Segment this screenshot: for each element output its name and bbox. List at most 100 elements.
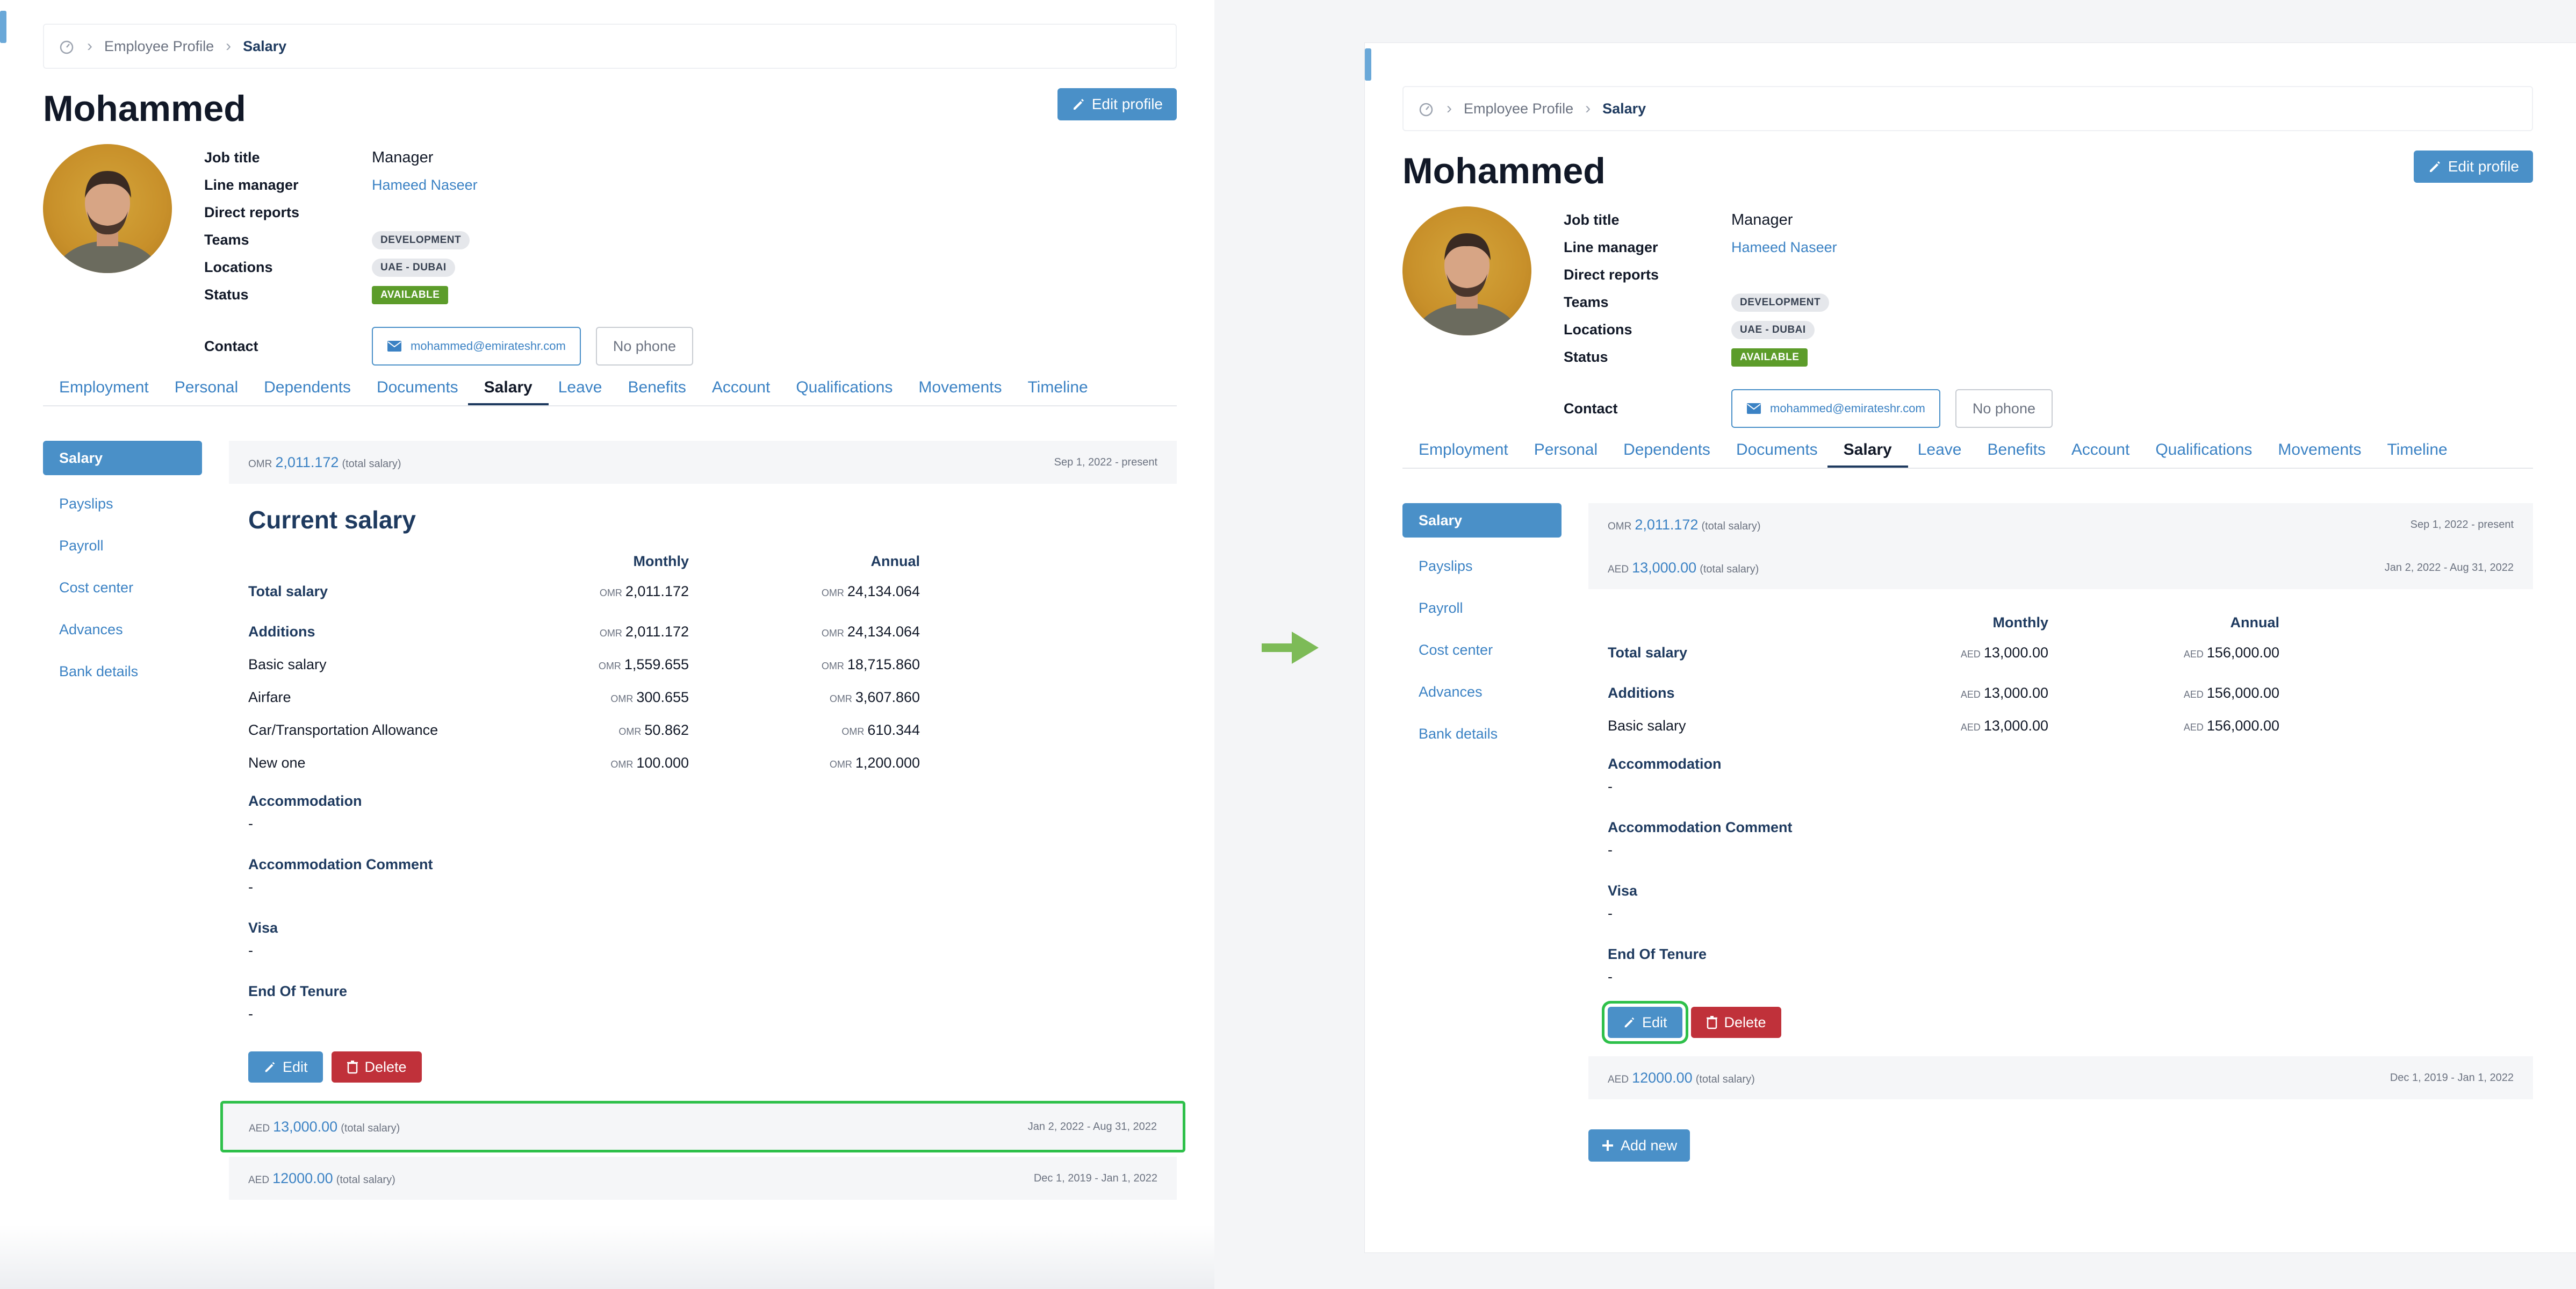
table-row: Car/Transportation Allowance OMR 50.862 O… bbox=[248, 722, 920, 738]
status-badge: AVAILABLE bbox=[372, 285, 449, 304]
sidenav-item-payslips[interactable]: Payslips bbox=[43, 483, 202, 525]
sidenav-item-bank-details[interactable]: Bank details bbox=[43, 650, 202, 692]
email-button[interactable]: mohammed@emirateshr.com bbox=[372, 327, 581, 366]
table-row: Basic salary AED 13,000.00 AED 156,000.00 bbox=[1608, 718, 2279, 734]
trash-icon bbox=[1706, 1016, 1717, 1029]
salary-row-omr[interactable]: OMR 2,011.172 (total salary) Sep 1, 2022 -… bbox=[229, 441, 1177, 484]
salary-content: OMR 2,011.172 (total salary) Sep 1, 2022 -… bbox=[220, 441, 1185, 1200]
table-row: Additions OMR 2,011.172 OMR 24,134.064 bbox=[248, 624, 920, 640]
edit-profile-button[interactable]: Edit profile bbox=[2413, 151, 2533, 183]
salary-content: OMR 2,011.172 (total salary) Sep 1, 2022 -… bbox=[1588, 503, 2533, 1162]
salary-row-aed-12000[interactable]: AED 12000.00 (total salary) Dec 1, 2019 - … bbox=[229, 1157, 1177, 1200]
table-row: Additions AED 13,000.00 AED 156,000.00 bbox=[1608, 685, 2279, 701]
monthly-header: Monthly bbox=[1992, 614, 2048, 631]
sidenav-item-payroll[interactable]: Payroll bbox=[1402, 587, 1562, 629]
tab-salary[interactable]: Salary bbox=[1827, 432, 1908, 468]
pencil-icon bbox=[1073, 99, 1084, 110]
tab-bar: Employment Personal Dependents Documents… bbox=[1402, 432, 2533, 469]
envelope-icon bbox=[387, 341, 401, 352]
team-badge: DEVELOPMENT bbox=[1731, 293, 1830, 312]
tab-documents[interactable]: Documents bbox=[1736, 432, 1818, 468]
add-new-button[interactable]: Add new bbox=[1588, 1129, 1690, 1162]
pencil-icon bbox=[265, 1062, 275, 1072]
salary-row-aed-13000-expanded[interactable]: AED 13,000.00 (total salary) Jan 2, 2022 -… bbox=[1588, 546, 2533, 589]
tab-movements[interactable]: Movements bbox=[2278, 432, 2361, 468]
table-row: Total salary OMR 2,011.172 OMR 24,134.064 bbox=[248, 583, 920, 599]
tab-benefits[interactable]: Benefits bbox=[628, 370, 686, 405]
salary-sidenav: Salary Payslips Payroll Cost center Adva… bbox=[1402, 503, 1562, 755]
chevron-right-icon: › bbox=[87, 37, 92, 55]
tab-employment[interactable]: Employment bbox=[59, 370, 149, 405]
tab-account[interactable]: Account bbox=[2071, 432, 2129, 468]
edit-salary-button[interactable]: Edit bbox=[248, 1051, 323, 1083]
status-badge: AVAILABLE bbox=[1731, 348, 1808, 367]
breadcrumb-current: Salary bbox=[1602, 100, 1646, 117]
accommodation-comment-title: Accommodation Comment bbox=[248, 856, 433, 872]
dashboard-icon[interactable] bbox=[1417, 100, 1435, 117]
edit-profile-button[interactable]: Edit profile bbox=[1057, 88, 1177, 120]
job-title-label: Job title bbox=[1564, 212, 1620, 228]
plus-icon bbox=[1602, 1140, 1613, 1151]
sidenav-item-cost-center[interactable]: Cost center bbox=[43, 567, 202, 608]
breadcrumb-parent[interactable]: Employee Profile bbox=[1464, 101, 1573, 117]
sidenav-item-advances[interactable]: Advances bbox=[1402, 671, 1562, 713]
visa-title: Visa bbox=[1608, 883, 1638, 899]
sidenav-item-payroll[interactable]: Payroll bbox=[43, 525, 202, 567]
chevron-right-icon: › bbox=[1447, 99, 1452, 117]
pencil-icon bbox=[1624, 1017, 1635, 1028]
direct-reports-label: Direct reports bbox=[204, 204, 300, 220]
line-manager-link[interactable]: Hameed Naseer bbox=[372, 177, 478, 194]
table-row: Basic salary OMR 1,559.655 OMR 18,715.860 bbox=[248, 656, 920, 672]
locations-label: Locations bbox=[1564, 321, 1632, 338]
line-manager-label: Line manager bbox=[204, 177, 299, 193]
avatar bbox=[1402, 206, 1531, 335]
table-row: Airfare OMR 300.655 OMR 3,607.860 bbox=[248, 689, 920, 705]
tab-salary[interactable]: Salary bbox=[467, 370, 549, 405]
sidenav-item-salary[interactable]: Salary bbox=[1402, 503, 1562, 538]
tab-timeline[interactable]: Timeline bbox=[2387, 432, 2447, 468]
accommodation-comment-value: - bbox=[1608, 842, 1613, 858]
sidenav-item-cost-center[interactable]: Cost center bbox=[1402, 629, 1562, 671]
salary-row-aed-13000-highlighted[interactable]: AED 13,000.00 (total salary) Jan 2, 2022 -… bbox=[220, 1101, 1185, 1152]
tab-movements[interactable]: Movements bbox=[918, 370, 1002, 405]
delete-salary-button[interactable]: Delete bbox=[331, 1051, 422, 1083]
sidenav-item-advances[interactable]: Advances bbox=[43, 608, 202, 650]
tab-account[interactable]: Account bbox=[712, 370, 770, 405]
status-label: Status bbox=[1564, 349, 1608, 365]
tab-leave[interactable]: Leave bbox=[1918, 432, 1962, 468]
tab-dependents[interactable]: Dependents bbox=[264, 370, 351, 405]
phone-button[interactable]: No phone bbox=[595, 327, 693, 366]
tab-dependents[interactable]: Dependents bbox=[1623, 432, 1710, 468]
delete-salary-button[interactable]: Delete bbox=[1690, 1007, 1781, 1038]
tab-timeline[interactable]: Timeline bbox=[1027, 370, 1088, 405]
avatar bbox=[43, 144, 172, 273]
trash-icon bbox=[347, 1061, 358, 1074]
tab-qualifications[interactable]: Qualifications bbox=[2155, 432, 2252, 468]
tab-documents[interactable]: Documents bbox=[377, 370, 458, 405]
phone-button[interactable]: No phone bbox=[1955, 389, 2053, 428]
sidenav-item-bank-details[interactable]: Bank details bbox=[1402, 713, 1562, 755]
line-manager-label: Line manager bbox=[1564, 239, 1658, 255]
tab-benefits[interactable]: Benefits bbox=[1988, 432, 2046, 468]
salary-row-omr[interactable]: OMR 2,011.172 (total salary) Sep 1, 2022 -… bbox=[1588, 503, 2533, 546]
tab-qualifications[interactable]: Qualifications bbox=[796, 370, 893, 405]
edit-salary-button-highlighted[interactable]: Edit bbox=[1608, 1007, 1682, 1038]
job-title-value: Manager bbox=[372, 149, 434, 166]
tab-leave[interactable]: Leave bbox=[558, 370, 602, 405]
breadcrumb-parent[interactable]: Employee Profile bbox=[104, 38, 214, 55]
line-manager-link[interactable]: Hameed Naseer bbox=[1731, 239, 1837, 256]
breadcrumb-current: Salary bbox=[243, 38, 287, 54]
tab-employment[interactable]: Employment bbox=[1419, 432, 1508, 468]
job-title-value: Manager bbox=[1731, 211, 1793, 228]
sidenav-item-salary[interactable]: Salary bbox=[43, 441, 202, 475]
tab-personal[interactable]: Personal bbox=[1534, 432, 1598, 468]
avatar-photo bbox=[1414, 233, 1520, 335]
email-button[interactable]: mohammed@emirateshr.com bbox=[1731, 389, 1940, 428]
tab-personal[interactable]: Personal bbox=[175, 370, 238, 405]
direct-reports-label: Direct reports bbox=[1564, 267, 1659, 283]
salary-row-aed-12000[interactable]: AED 12000.00 (total salary) Dec 1, 2019 - … bbox=[1588, 1056, 2533, 1099]
sidenav-item-payslips[interactable]: Payslips bbox=[1402, 545, 1562, 587]
dashboard-icon[interactable] bbox=[58, 38, 75, 55]
team-badge: DEVELOPMENT bbox=[372, 231, 470, 249]
visa-value: - bbox=[1608, 905, 1613, 921]
